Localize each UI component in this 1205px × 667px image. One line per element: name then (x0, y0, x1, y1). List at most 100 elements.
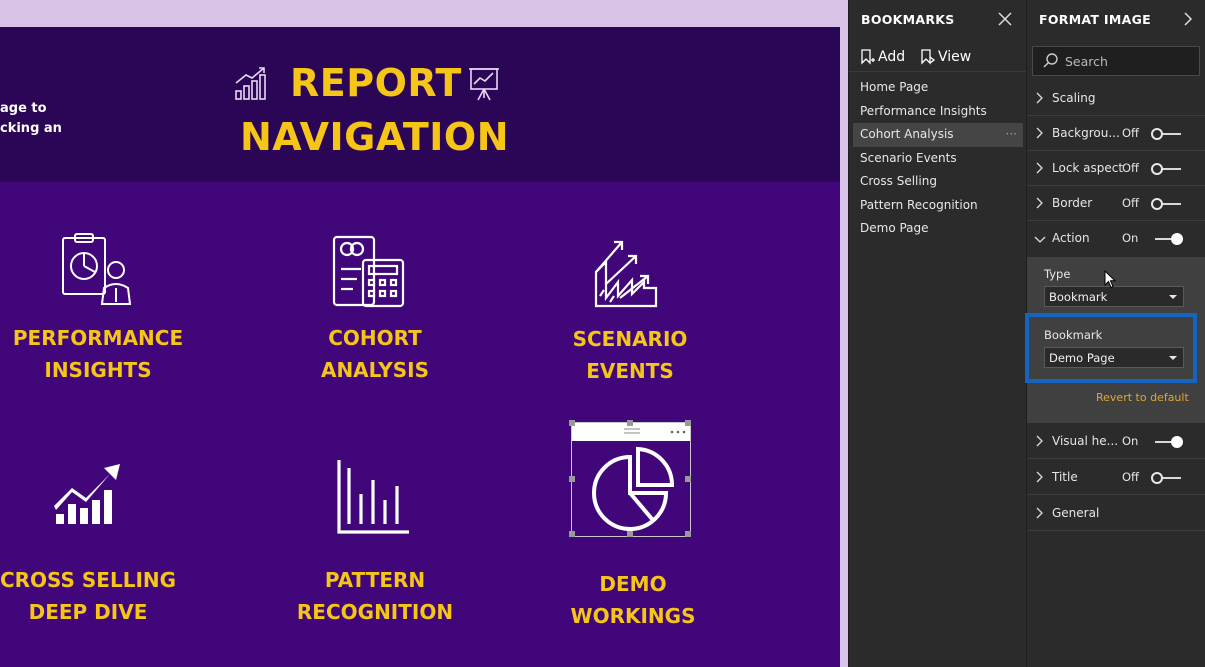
add-bookmark-label: Add (878, 49, 906, 65)
tile-label-line-1: PATTERN (324, 568, 426, 592)
chevron-right-icon (1036, 471, 1043, 483)
lock-aspect-toggle[interactable] (1151, 163, 1183, 175)
resize-handle[interactable] (685, 420, 691, 426)
resize-handle[interactable] (685, 476, 691, 482)
tile-pattern-recognition[interactable]: PATTERN RECOGNITION (245, 452, 505, 624)
chevron-right-icon (1036, 507, 1043, 519)
tile-label-line-1: DEMO (599, 572, 667, 596)
type-dropdown-value: Bookmark (1049, 290, 1108, 304)
tile-performance-insights[interactable]: PERFORMANCE INSIGHTS (0, 222, 200, 397)
revert-to-default-link[interactable]: Revert to default (1096, 391, 1189, 404)
tile-cross-selling[interactable]: CROSS SELLING DEEP DIVE (0, 452, 200, 624)
resize-handle[interactable] (569, 476, 575, 482)
tile-cohort-analysis[interactable]: COHORT ANALYSIS (245, 222, 505, 397)
action-settings: Type Bookmark Bookmark Demo Page Revert … (1025, 257, 1205, 423)
section-border[interactable]: Border Off (1027, 186, 1205, 221)
dropdown-arrow-icon (1169, 295, 1177, 299)
tile-label-line-2: WORKINGS (570, 604, 696, 628)
drag-grip-icon[interactable] (624, 427, 640, 435)
more-options-icon[interactable] (670, 430, 686, 434)
add-bookmark-button[interactable]: Add (859, 49, 905, 65)
view-bookmarks-button[interactable]: View (919, 49, 971, 65)
resize-handle[interactable] (685, 531, 691, 537)
visual-header-toggle[interactable] (1151, 436, 1183, 448)
chevron-right-icon (1036, 435, 1043, 447)
report-title-line-2: NAVIGATION (240, 115, 509, 159)
selected-image-visual[interactable] (569, 420, 691, 537)
bookmark-item-cohort-analysis[interactable]: Cohort Analysis ··· (853, 123, 1023, 147)
report-title-line-1: REPORT (290, 61, 462, 105)
section-label: Visual he... (1052, 434, 1119, 448)
clipboard-presenter-icon (62, 233, 132, 305)
toggle-state-label: Off (1122, 126, 1139, 140)
bookmark-item-label: Cross Selling (860, 174, 937, 188)
section-title[interactable]: Title Off (1027, 460, 1205, 495)
chevron-right-icon (1036, 127, 1043, 139)
view-bookmarks-label: View (938, 49, 972, 65)
chevron-right-icon (1036, 162, 1043, 174)
pie-chart-icon (592, 446, 675, 531)
bookmark-item-label: Home Page (860, 80, 929, 94)
bookmark-item-cross-selling[interactable]: Cross Selling (853, 170, 1023, 194)
bookmark-item-demo-page[interactable]: Demo Page (853, 217, 1023, 241)
section-label: Title (1052, 470, 1078, 484)
bookmarks-pane-title: BOOKMARKS (861, 12, 955, 27)
search-icon (1043, 53, 1058, 68)
report-canvas: age to cking an REPORT NAVIGATION PERFOR… (0, 0, 848, 667)
rising-arrows-icon (594, 240, 658, 308)
border-toggle[interactable] (1151, 198, 1183, 210)
toggle-state-label: On (1122, 434, 1139, 448)
section-lock-aspect[interactable]: Lock aspect Off (1027, 151, 1205, 186)
type-dropdown[interactable]: Bookmark (1044, 286, 1184, 307)
action-toggle[interactable] (1151, 233, 1183, 245)
bookmark-more-options-icon[interactable]: ··· (1006, 123, 1017, 147)
calculator-document-icon (332, 235, 405, 308)
background-toggle[interactable] (1151, 128, 1183, 140)
section-background[interactable]: Backgrou... Off (1027, 116, 1205, 151)
toggle-state-label: Off (1122, 470, 1139, 484)
bookmark-item-home-page[interactable]: Home Page (853, 76, 1023, 100)
add-bookmark-icon (861, 49, 875, 65)
tile-label-line-2: INSIGHTS (44, 358, 152, 382)
bookmarks-pane: BOOKMARKS Add View Home Page Performance… (848, 0, 1027, 667)
toggle-state-label: Off (1122, 196, 1139, 210)
format-search-box (1032, 46, 1200, 76)
mouse-cursor-icon (1104, 270, 1116, 289)
resize-handle[interactable] (569, 420, 575, 426)
close-icon[interactable] (996, 8, 1014, 28)
presentation-board-icon (469, 68, 499, 101)
section-visual-header[interactable]: Visual he... On (1027, 424, 1205, 459)
chevron-right-icon[interactable] (1181, 10, 1195, 28)
resize-handle[interactable] (569, 531, 575, 537)
cut-off-text-line-2: cking an (0, 121, 62, 136)
tile-label-line-2: ANALYSIS (320, 358, 430, 382)
cut-off-text-line-1: age to (0, 101, 47, 116)
chevron-down-icon (1034, 236, 1046, 243)
growth-chart-icon (235, 67, 266, 100)
tile-label-line-1: SCENARIO (572, 327, 688, 351)
resize-handle[interactable] (627, 420, 633, 426)
title-toggle[interactable] (1151, 472, 1183, 484)
bookmark-item-performance-insights[interactable]: Performance Insights (853, 100, 1023, 124)
bookmarks-toolbar: Add View (849, 44, 1027, 72)
toggle-state-label: On (1122, 231, 1139, 245)
tile-scenario-events[interactable]: SCENARIO EVENTS (500, 222, 760, 397)
chevron-right-icon (1036, 197, 1043, 209)
section-scaling[interactable]: Scaling (1027, 81, 1205, 116)
resize-handle[interactable] (627, 531, 633, 537)
bookmark-item-pattern-recognition[interactable]: Pattern Recognition (853, 194, 1023, 218)
tile-label-line-2: EVENTS (586, 359, 674, 383)
bar-chart-icon (337, 460, 409, 534)
cut-off-text: age to cking an (0, 99, 62, 139)
format-pane: FORMAT IMAGE Scaling Backgrou... Off Loc… (1025, 0, 1205, 667)
search-input[interactable] (1065, 51, 1195, 71)
bookmark-dropdown-value: Demo Page (1049, 351, 1115, 365)
section-action[interactable]: Action On (1027, 221, 1205, 256)
section-label: General (1052, 506, 1100, 520)
section-general[interactable]: General (1027, 496, 1205, 531)
bookmark-dropdown[interactable]: Demo Page (1044, 347, 1184, 368)
tile-label-line-1: COHORT (328, 326, 422, 350)
bookmark-item-scenario-events[interactable]: Scenario Events (853, 147, 1023, 171)
report-page: age to cking an REPORT NAVIGATION PERFOR… (0, 27, 840, 667)
tile-label-line-1: CROSS SELLING (0, 568, 177, 592)
